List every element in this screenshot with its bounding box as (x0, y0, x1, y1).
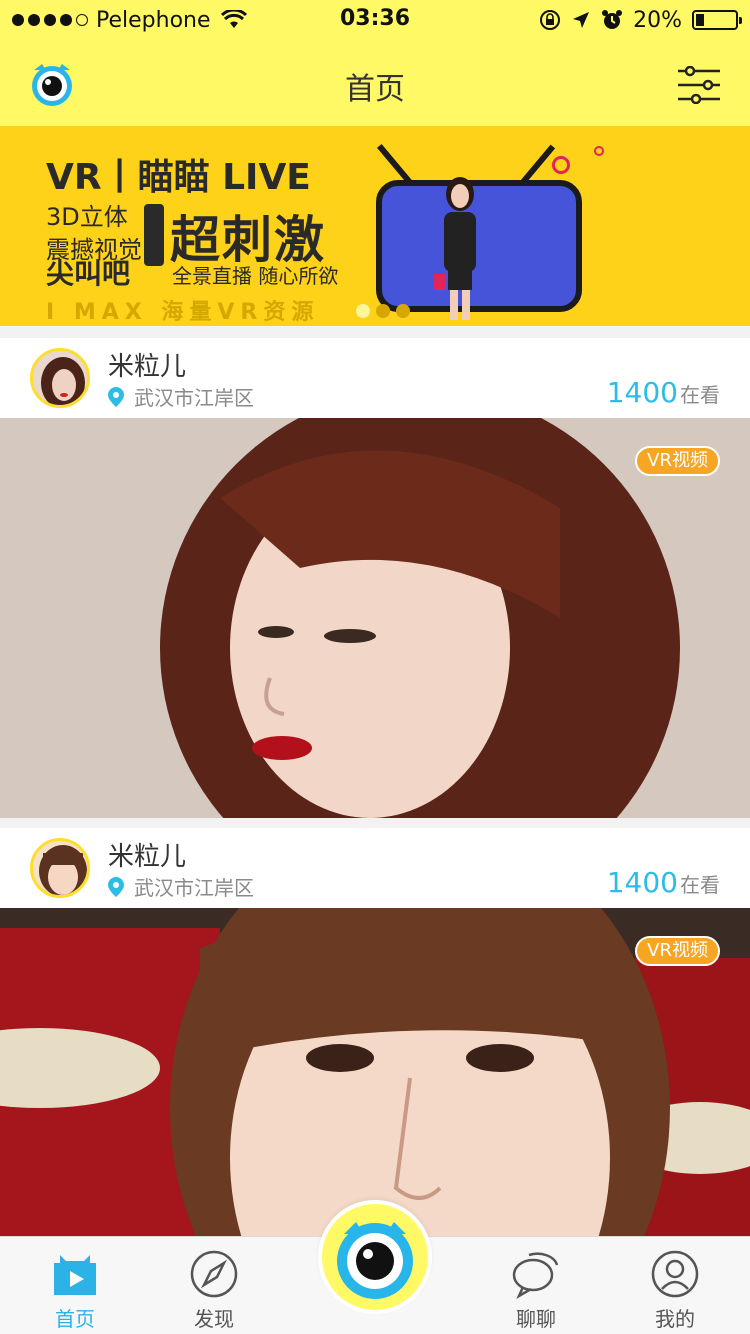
avatar[interactable] (30, 838, 90, 898)
pager-dot[interactable] (396, 304, 410, 318)
alarm-icon (602, 10, 623, 29)
streamer-name[interactable]: 米粒儿 (108, 836, 186, 873)
banner-line2a: 3D立体 (46, 203, 128, 231)
promo-banner[interactable]: VR丨瞄瞄 LIVE 3D立体 震撼视觉 尖叫吧 超刺激 全景直播 随心所欲 I… (0, 126, 750, 326)
user-icon (651, 1250, 699, 1298)
stream-cover-image[interactable]: VR视频 (0, 418, 750, 818)
banner-line3: 尖叫吧 (46, 257, 131, 290)
banner-footer: I MAX 海量VR资源 (46, 300, 320, 325)
nav-bar: 首页 (0, 40, 750, 126)
location-pin-icon (108, 386, 124, 407)
viewer-count: 1400 在看 (607, 866, 720, 899)
decor-circle-small (594, 146, 604, 156)
viewer-number: 1400 (606, 376, 678, 409)
decor-circle (552, 156, 570, 174)
vr-video-badge: VR视频 (635, 936, 720, 966)
avatar[interactable] (30, 348, 90, 408)
carrier-name: Pelephone (96, 7, 211, 33)
tab-discover[interactable]: 发现 (154, 1237, 274, 1334)
battery-level (696, 14, 704, 26)
banner-model-image (434, 177, 476, 320)
streamer-location: 武汉市江岸区 (108, 872, 254, 901)
tab-label: 我的 (655, 1307, 695, 1331)
banner-subtitle: 全景直播 随心所欲 (172, 264, 339, 288)
tab-chat[interactable]: 聊聊 (476, 1237, 596, 1334)
wifi-icon (220, 10, 247, 28)
location-text: 武汉市江岸区 (134, 386, 254, 410)
vr-video-badge: VR视频 (635, 446, 720, 476)
tab-label: 聊聊 (516, 1307, 556, 1331)
location-arrow-icon (573, 12, 590, 28)
eye-logo-icon (337, 1222, 413, 1299)
viewer-number: 1400 (606, 866, 678, 899)
chat-bubble-icon (512, 1252, 559, 1299)
go-live-button[interactable] (318, 1200, 432, 1314)
battery-icon (692, 10, 742, 30)
status-bar: Pelephone 03:36 20% (0, 0, 750, 40)
tv-play-icon (54, 1255, 96, 1295)
streamer-name[interactable]: 米粒儿 (108, 346, 186, 383)
battery-percent: 20% (633, 7, 682, 33)
banner-line1: VR丨瞄瞄 LIVE (46, 157, 311, 198)
banner-exclamation (144, 204, 164, 266)
pager-dot[interactable] (376, 304, 390, 318)
viewer-label: 在看 (680, 383, 720, 407)
card-header: 米粒儿 武汉市江岸区 1400 在看 (0, 338, 750, 418)
live-card[interactable]: 米粒儿 武汉市江岸区 1400 在看 VR视频 (0, 338, 750, 818)
card-header: 米粒儿 武汉市江岸区 1400 在看 (0, 828, 750, 908)
compass-icon (190, 1250, 238, 1298)
viewer-count: 1400 在看 (607, 376, 720, 409)
tab-profile[interactable]: 我的 (615, 1237, 735, 1334)
tab-label: 首页 (55, 1307, 95, 1331)
tab-label: 发现 (194, 1307, 234, 1331)
signal-strength-icon (12, 14, 88, 26)
page-title: 首页 (345, 72, 405, 107)
orientation-lock-icon (540, 10, 561, 30)
streamer-location: 武汉市江岸区 (108, 382, 254, 411)
app-root: Pelephone 03:36 20% 首页 VR丨瞄瞄 LIVE 3D立体 震… (0, 0, 750, 1334)
location-text: 武汉市江岸区 (134, 876, 254, 900)
location-pin-icon (108, 876, 124, 897)
pager-dot-active[interactable] (356, 304, 370, 318)
banner-pager[interactable] (356, 304, 410, 318)
filter-settings-icon[interactable] (676, 66, 722, 104)
tab-home[interactable]: 首页 (15, 1237, 135, 1334)
viewer-label: 在看 (680, 873, 720, 897)
